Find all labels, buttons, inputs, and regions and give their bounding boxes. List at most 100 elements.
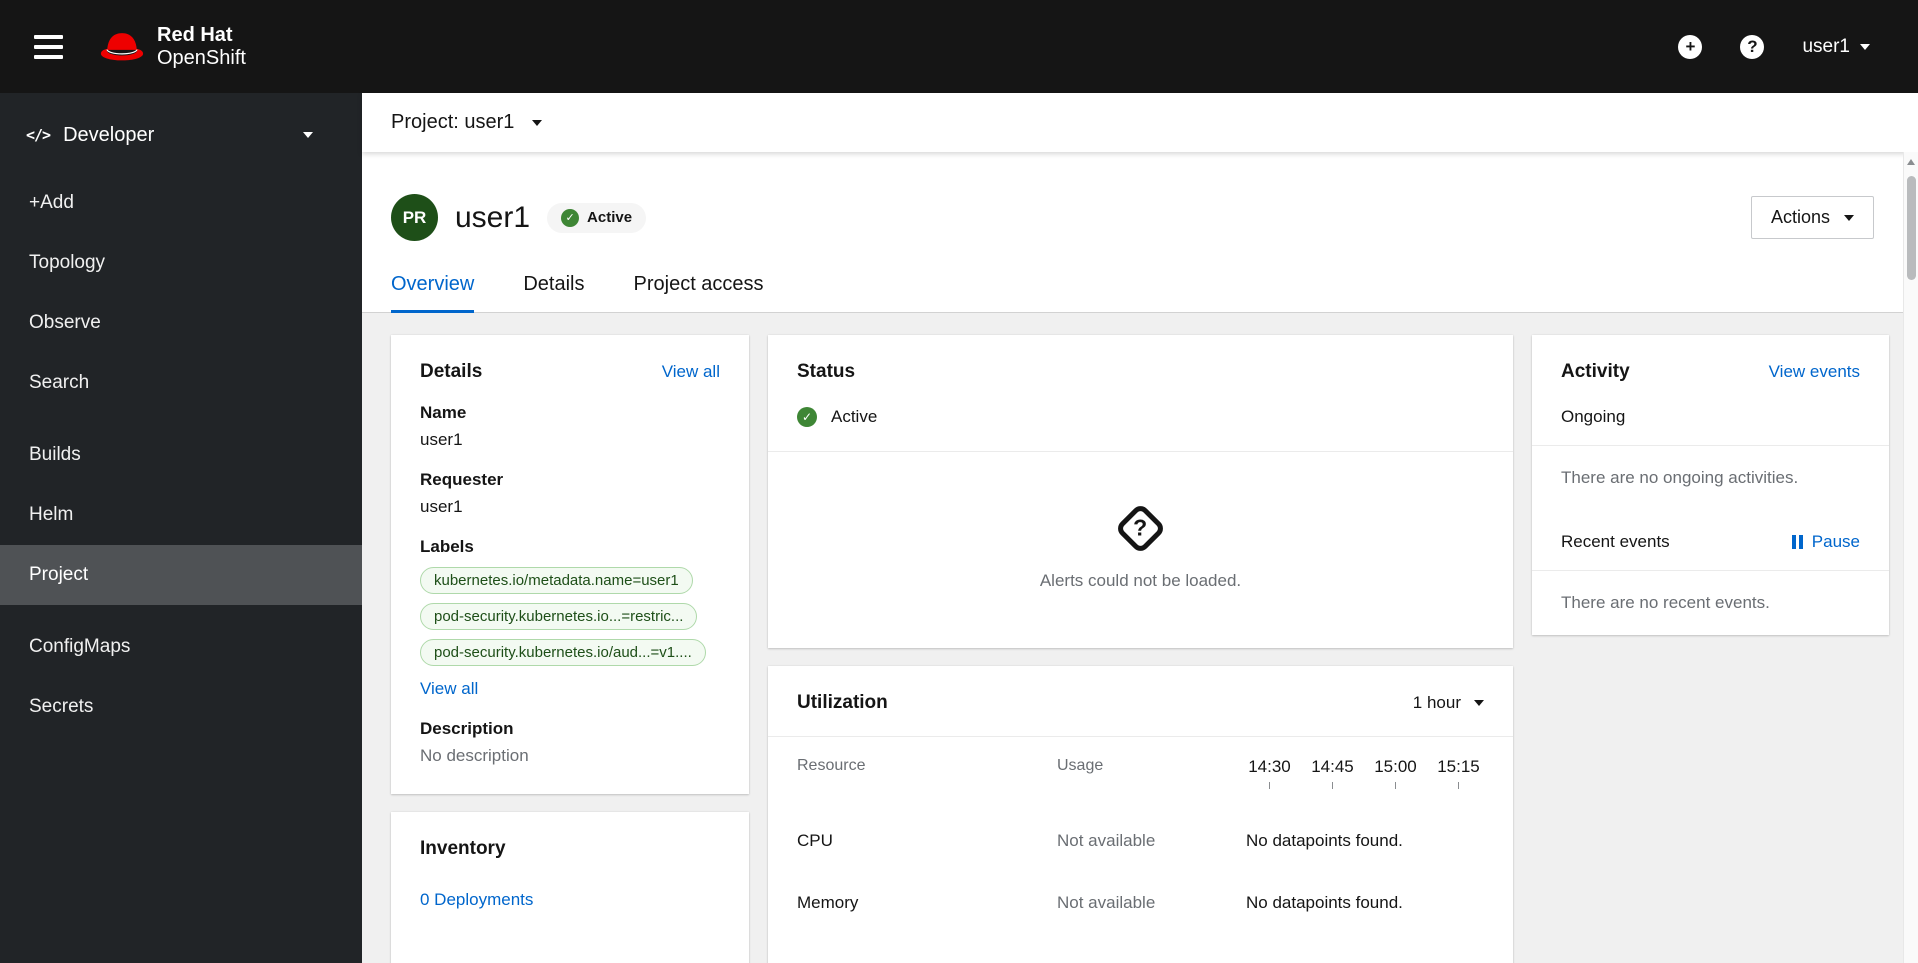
sidebar-item-project[interactable]: Project: [0, 545, 362, 605]
sidebar-item-topology[interactable]: Topology: [0, 233, 362, 293]
resource-name: Memory: [797, 893, 859, 912]
label-chip[interactable]: pod-security.kubernetes.io...=restric...: [420, 603, 698, 630]
resource-usage: Not available: [1057, 831, 1156, 850]
resource-datapoints: No datapoints found.: [1246, 893, 1403, 912]
add-circle-icon[interactable]: +: [1678, 34, 1703, 59]
sidebar-item-label: Builds: [29, 444, 81, 465]
activity-card-title: Activity: [1561, 361, 1630, 382]
scrollbar-thumb[interactable]: [1907, 176, 1916, 280]
project-resource-badge: PR: [391, 194, 438, 241]
resource-column-header: Resource: [797, 757, 866, 774]
sidebar-nav: </> Developer +Add Topology Observe Sear…: [0, 93, 362, 963]
requester-value: user1: [420, 497, 463, 516]
chevron-down-icon: [303, 132, 313, 138]
label-chip-list: kubernetes.io/metadata.name=user1 pod-se…: [420, 567, 720, 666]
sidebar-item-label: Search: [29, 372, 90, 393]
project-context-bar: Project: user1: [362, 93, 1918, 152]
left-column: Details View all Name user1 Requester us…: [391, 335, 749, 963]
recent-events-section-header: Recent events Pause: [1532, 510, 1889, 570]
status-badge: ✓ Active: [547, 202, 647, 233]
recent-events-empty-message: There are no recent events.: [1561, 593, 1770, 612]
sidebar-item-add[interactable]: +Add: [0, 173, 362, 233]
project-context-dropdown[interactable]: Project: user1: [391, 111, 514, 134]
check-circle-icon: ✓: [561, 208, 580, 227]
sidebar-item-label: Project: [29, 564, 89, 585]
labels-view-all-link[interactable]: View all: [420, 679, 478, 699]
sidebar-item-label: +Add: [29, 192, 74, 213]
deployments-link[interactable]: 0 Deployments: [420, 890, 533, 910]
nav-group: Builds Helm Project: [0, 425, 362, 605]
sidebar-item-secrets[interactable]: Secrets: [0, 677, 362, 737]
inventory-card-title: Inventory: [420, 838, 506, 859]
sidebar-item-search[interactable]: Search: [0, 353, 362, 413]
tab-overview[interactable]: Overview: [391, 273, 475, 313]
tick-mark: [1458, 782, 1459, 789]
ongoing-section-header: Ongoing: [1532, 383, 1889, 445]
page-header: PR user1 ✓ Active Actions Overview Detai…: [362, 152, 1918, 313]
chevron-down-icon: [1474, 700, 1484, 706]
divider: [768, 736, 1513, 737]
inventory-card-header: Inventory: [391, 812, 749, 860]
tab-details[interactable]: Details: [523, 273, 584, 312]
utilization-row-cpu: CPU Not available No datapoints found.: [797, 831, 1484, 851]
brand-line2: OpenShift: [157, 46, 246, 69]
pause-icon: [1791, 535, 1803, 549]
time-tick: 15:00: [1372, 757, 1419, 789]
details-card: Details View all Name user1 Requester us…: [391, 335, 749, 794]
activity-card: Activity View events Ongoing There are n…: [1532, 335, 1889, 635]
view-events-link[interactable]: View events: [1769, 362, 1860, 382]
vertical-scrollbar[interactable]: [1903, 152, 1918, 963]
sidebar-item-label: Observe: [29, 312, 101, 333]
name-label: Name: [420, 403, 467, 422]
ongoing-empty-message: There are no ongoing activities.: [1561, 468, 1799, 487]
sidebar-item-builds[interactable]: Builds: [0, 425, 362, 485]
chevron-down-icon[interactable]: [532, 119, 543, 126]
pause-button[interactable]: Pause: [1791, 532, 1860, 552]
pause-button-label: Pause: [1811, 532, 1860, 551]
masthead-toolbar: + ? user1: [1678, 34, 1888, 59]
sidebar-item-helm[interactable]: Helm: [0, 485, 362, 545]
sidebar-item-observe[interactable]: Observe: [0, 293, 362, 353]
actions-button[interactable]: Actions: [1750, 196, 1874, 239]
perspective-switcher[interactable]: </> Developer: [0, 105, 362, 165]
utilization-table: Resource Usage 14:30 14:45 15:00 15:15 C…: [768, 757, 1513, 937]
utilization-row-memory: Memory Not available No datapoints found…: [797, 893, 1484, 913]
sidebar-item-label: ConfigMaps: [29, 636, 131, 657]
perspective-label: Developer: [63, 123, 155, 146]
redhat-hat-icon: [100, 33, 144, 61]
user-menu-label: user1: [1802, 35, 1850, 57]
resource-name: CPU: [797, 831, 833, 850]
sidebar-item-label: Secrets: [29, 696, 94, 717]
tab-project-access[interactable]: Project access: [634, 273, 764, 312]
overview-dashboard: Details View all Name user1 Requester us…: [362, 313, 1918, 963]
user-menu[interactable]: user1: [1802, 36, 1870, 58]
main-area: Project: user1 PR user1 ✓ Active Actions: [362, 93, 1918, 963]
time-tick: 15:15: [1435, 757, 1482, 789]
labels-label: Labels: [420, 537, 474, 556]
status-value: Active: [831, 407, 878, 426]
help-circle-icon[interactable]: ?: [1740, 34, 1765, 59]
label-chip[interactable]: kubernetes.io/metadata.name=user1: [420, 567, 693, 594]
status-row: ✓ Active: [768, 383, 1513, 451]
tick-mark: [1269, 782, 1270, 789]
status-badge-label: Active: [587, 209, 633, 226]
nav-toggle-button[interactable]: [30, 31, 67, 63]
label-chip[interactable]: pod-security.kubernetes.io/aud...=v1....: [420, 639, 706, 666]
sidebar-item-configmaps[interactable]: ConfigMaps: [0, 617, 362, 677]
unknown-state-icon: ?: [1114, 501, 1167, 555]
status-card-title: Status: [797, 361, 856, 382]
ongoing-label: Ongoing: [1561, 407, 1626, 426]
details-view-all-link[interactable]: View all: [662, 362, 720, 382]
time-tick: 14:45: [1309, 757, 1356, 789]
tick-mark: [1395, 782, 1396, 789]
activity-card-header: Activity View events: [1532, 335, 1889, 383]
tab-bar: Overview Details Project access: [362, 273, 1918, 313]
hamburger-icon: [34, 34, 63, 39]
scrollbar-up-arrow-icon[interactable]: [1907, 159, 1915, 165]
utilization-card-title: Utilization: [797, 692, 888, 713]
inventory-card: Inventory 0 Deployments: [391, 812, 749, 963]
scroll-region: PR user1 ✓ Active Actions Overview Detai…: [362, 152, 1918, 963]
utilization-card: Utilization 1 hour Resource Usage 14:30 …: [768, 666, 1513, 963]
duration-select[interactable]: 1 hour: [1413, 693, 1484, 713]
page-title: user1: [455, 200, 531, 234]
